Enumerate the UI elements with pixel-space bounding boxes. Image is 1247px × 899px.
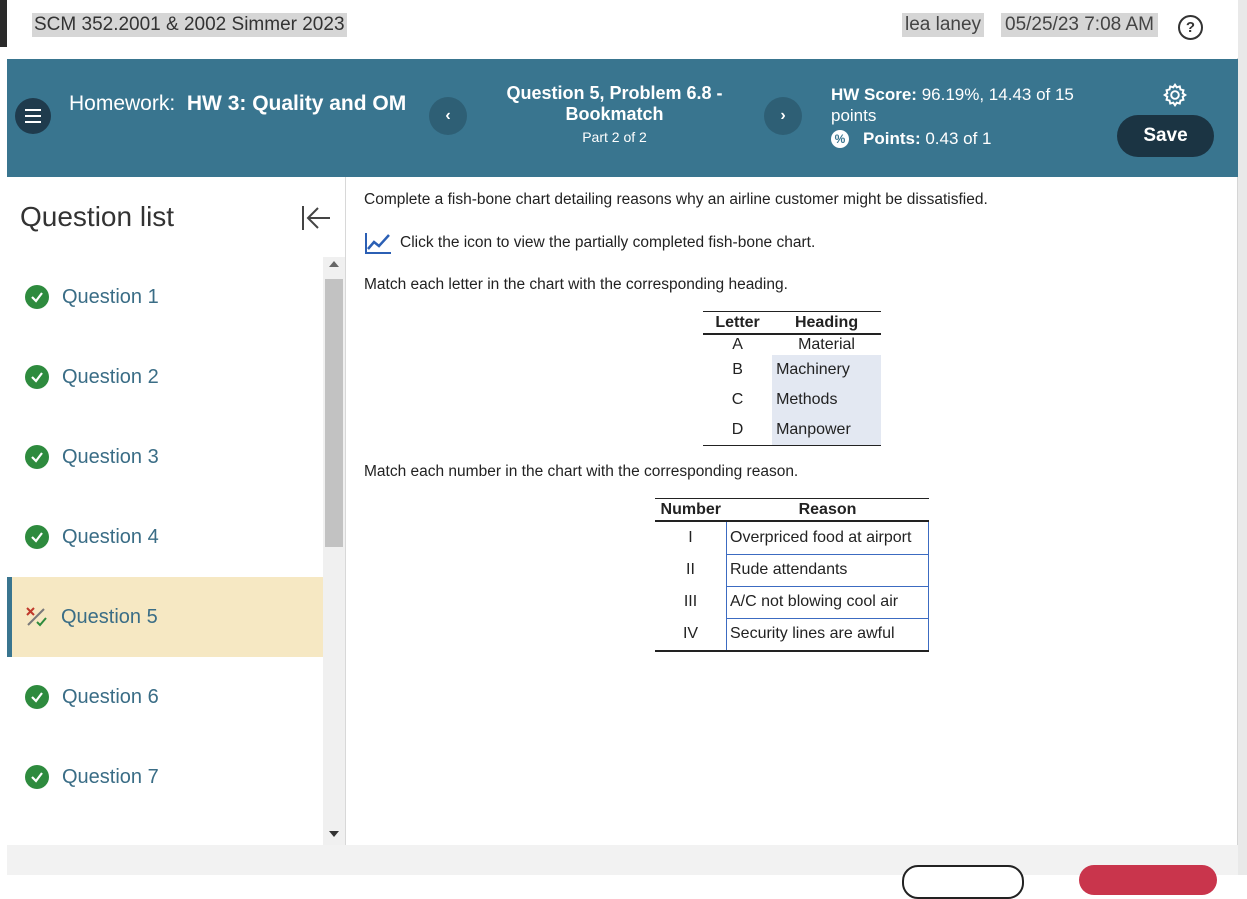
- letter-heading-table: Letter Heading A Material B Machinery C …: [703, 311, 881, 446]
- question-prompt: Complete a fish-bone chart detailing rea…: [364, 191, 988, 208]
- scroll-up-arrow-icon[interactable]: [329, 261, 339, 267]
- partial-credit-icon: [26, 607, 47, 627]
- heading-select[interactable]: Manpower: [772, 415, 881, 446]
- check-icon: [25, 765, 49, 789]
- question-list-panel: Question list Question 1 Question 2 Ques…: [7, 177, 346, 845]
- menu-icon[interactable]: [15, 98, 51, 134]
- question-label: Question 6: [62, 685, 159, 708]
- chart-link-text: Click the icon to view the partially com…: [400, 234, 816, 251]
- question-label: Question 1: [62, 285, 159, 308]
- points-label: Points:: [863, 129, 921, 148]
- question-content: Complete a fish-bone chart detailing rea…: [346, 177, 1238, 845]
- question-label: Question 5: [61, 605, 158, 628]
- gear-icon[interactable]: [1162, 82, 1188, 108]
- footer-bar: [7, 845, 1238, 899]
- assignment-header: Homework: HW 3: Quality and OM ‹ Questio…: [7, 59, 1238, 177]
- number-cell: III: [683, 593, 698, 610]
- question-item-3[interactable]: Question 3: [7, 417, 323, 497]
- scroll-down-arrow-icon[interactable]: [329, 831, 339, 837]
- check-icon: [25, 525, 49, 549]
- check-icon: [25, 445, 49, 469]
- letter-cell: A: [732, 336, 743, 353]
- question-title: Question 5, Problem 6.8 - Bookmatch: [506, 83, 723, 124]
- question-item-4[interactable]: Question 4: [7, 497, 323, 577]
- reason-select[interactable]: Security lines are awful: [726, 617, 929, 652]
- question-item-5[interactable]: Question 5: [7, 577, 323, 657]
- check-icon: [25, 365, 49, 389]
- course-title[interactable]: SCM 352.2001 & 2002 Simmer 2023: [32, 13, 347, 37]
- next-question-button[interactable]: ›: [764, 97, 802, 135]
- question-label: Question 4: [62, 525, 159, 548]
- letter-cell: D: [731, 421, 744, 438]
- heading-select[interactable]: Methods: [772, 385, 881, 415]
- footer-primary-button[interactable]: [1079, 865, 1217, 895]
- number-reason-table: Number Reason I Overpriced food at airpo…: [655, 498, 929, 652]
- top-bar: SCM 352.2001 & 2002 Simmer 2023 lea lane…: [7, 0, 1238, 58]
- column-header: Reason: [726, 498, 929, 522]
- table-row: I Overpriced food at airport: [655, 520, 929, 555]
- collapse-panel-icon[interactable]: [300, 204, 332, 232]
- table-row: II Rude attendants: [655, 553, 929, 587]
- column-header: Letter: [703, 311, 773, 335]
- question-label: Question 3: [62, 445, 159, 468]
- table-row: B Machinery: [703, 355, 881, 385]
- chart-icon[interactable]: [364, 231, 392, 255]
- column-header: Number: [655, 498, 727, 522]
- datetime: 05/25/23 7:08 AM: [1001, 13, 1158, 37]
- table-row: C Methods: [703, 385, 881, 415]
- reason-select[interactable]: A/C not blowing cool air: [726, 585, 929, 619]
- reason-select[interactable]: Overpriced food at airport: [726, 520, 929, 555]
- check-icon: [25, 285, 49, 309]
- column-header: Heading: [772, 311, 881, 335]
- question-label: Question 2: [62, 365, 159, 388]
- partial-credit-icon: %: [831, 130, 849, 148]
- window-scrollbar[interactable]: [1237, 0, 1247, 875]
- homework-prefix: Homework:: [69, 92, 176, 115]
- number-cell: IV: [682, 625, 699, 642]
- previous-question-button[interactable]: ‹: [429, 97, 467, 135]
- footer-secondary-button[interactable]: [902, 865, 1024, 899]
- table-row: III A/C not blowing cool air: [655, 585, 929, 619]
- table-row: IV Security lines are awful: [655, 617, 929, 652]
- window-edge: [0, 0, 7, 47]
- question-points: % Points: 0.43 of 1: [831, 129, 992, 149]
- number-instruction: Match each number in the chart with the …: [364, 463, 799, 480]
- heading-cell: Material: [798, 336, 855, 353]
- scroll-thumb[interactable]: [325, 279, 343, 547]
- number-cell: I: [688, 529, 693, 546]
- hw-score-label: HW Score:: [831, 85, 917, 104]
- points-value: 0.43 of 1: [925, 129, 992, 148]
- reason-select[interactable]: Rude attendants: [726, 553, 929, 587]
- check-icon: [25, 685, 49, 709]
- hw-score: HW Score: 96.19%, 14.43 of 15 points: [831, 84, 1081, 126]
- heading-select[interactable]: Machinery: [772, 355, 881, 385]
- homework-title: Homework: HW 3: Quality and OM: [69, 93, 409, 114]
- question-item-2[interactable]: Question 2: [7, 337, 323, 417]
- question-item-7[interactable]: Question 7: [7, 737, 323, 817]
- question-list-title: Question list: [20, 201, 175, 232]
- question-item-6[interactable]: Question 6: [7, 657, 323, 737]
- question-label: Question 7: [62, 765, 159, 788]
- question-part: Part 2 of 2: [582, 129, 647, 145]
- number-cell: II: [686, 561, 695, 578]
- help-icon[interactable]: ?: [1178, 15, 1203, 40]
- letter-instruction: Match each letter in the chart with the …: [364, 276, 788, 293]
- table-row: A Material: [703, 334, 881, 355]
- table-row: D Manpower: [703, 415, 881, 446]
- chart-link[interactable]: Click the icon to view the partially com…: [364, 231, 815, 255]
- question-list: Question 1 Question 2 Question 3 Questio…: [7, 257, 323, 817]
- question-list-scrollbar[interactable]: [323, 257, 345, 845]
- user-name: lea laney: [902, 13, 985, 37]
- letter-cell: C: [731, 391, 744, 408]
- question-item-1[interactable]: Question 1: [7, 257, 323, 337]
- save-button[interactable]: Save: [1117, 115, 1214, 157]
- homework-name: HW 3: Quality and OM: [186, 92, 407, 115]
- letter-cell: B: [732, 361, 743, 378]
